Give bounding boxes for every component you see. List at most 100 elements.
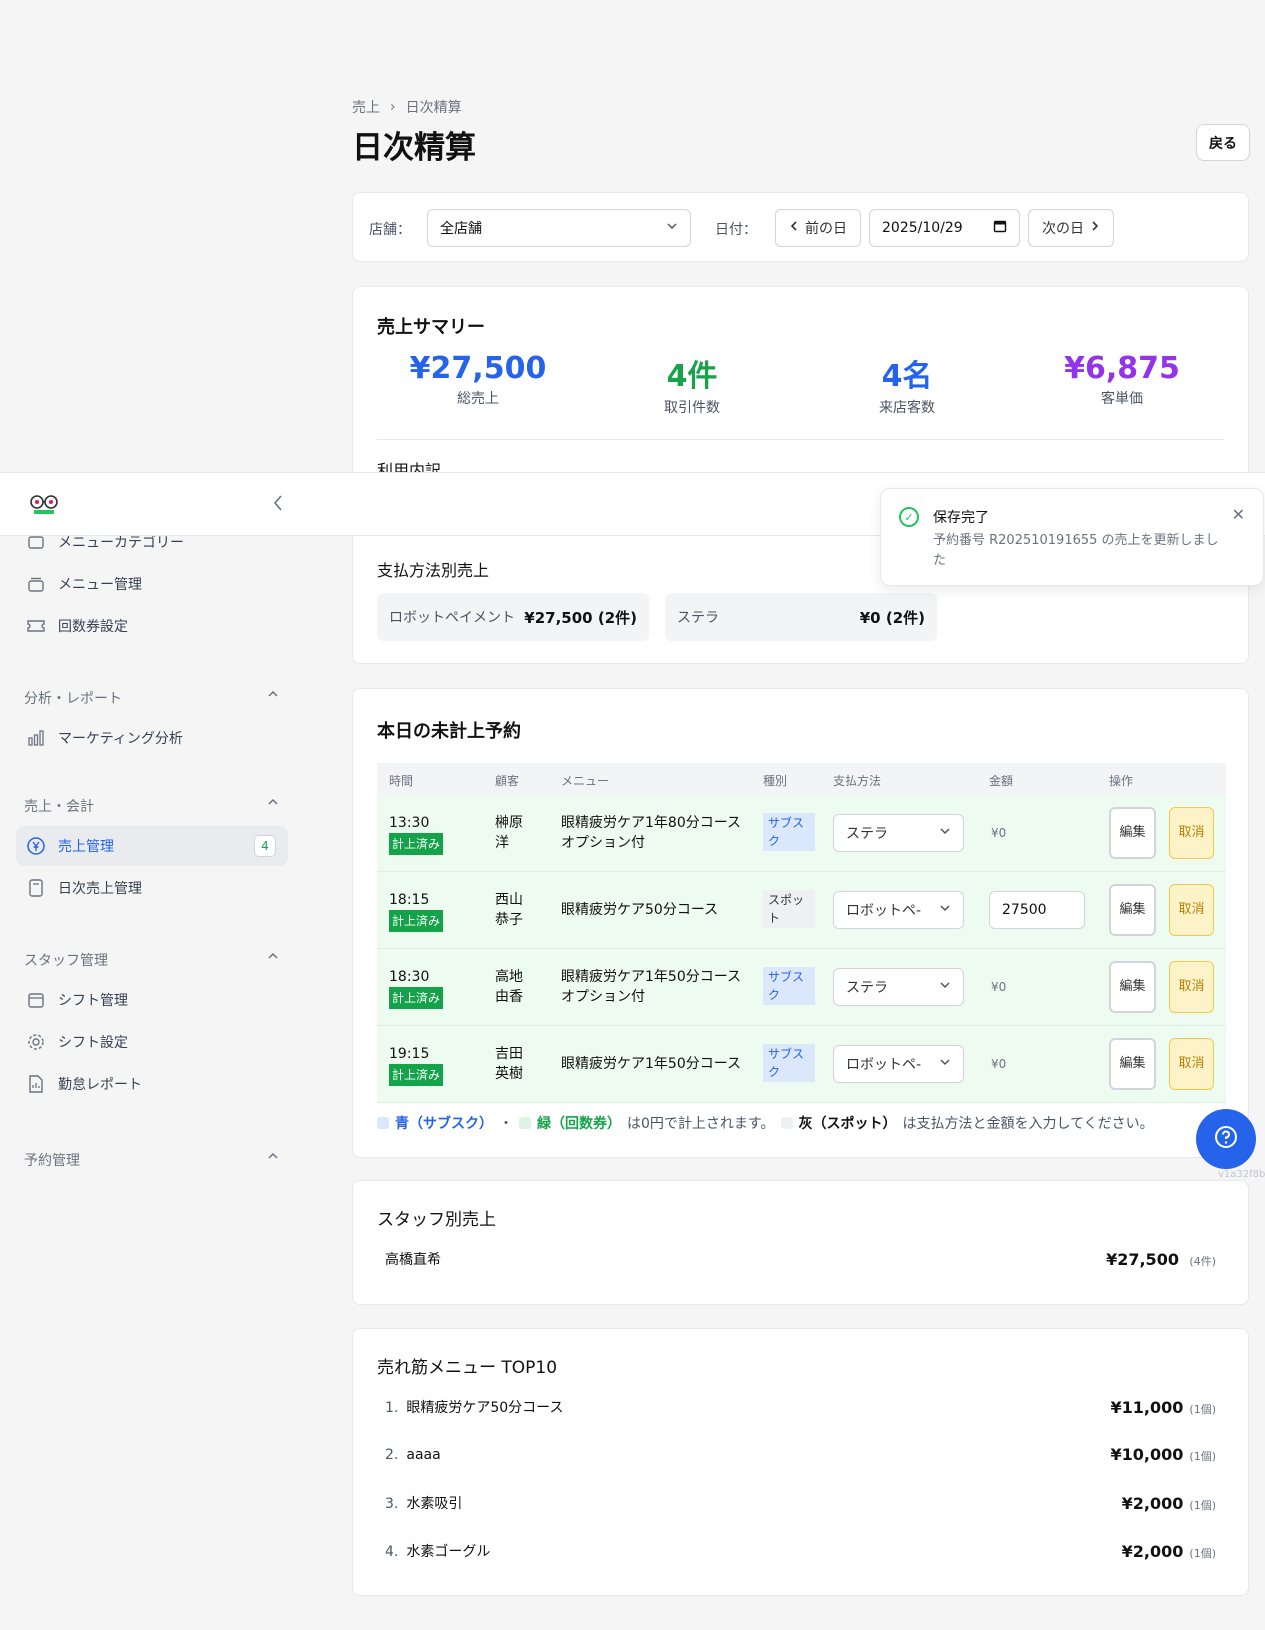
- staff-name: 高橋直希: [385, 1252, 441, 1268]
- row-type: サブスク: [763, 813, 815, 851]
- row-amount: ¥0: [991, 826, 1007, 840]
- payment-select[interactable]: ロボットペ-: [833, 1045, 964, 1083]
- payment-select[interactable]: ステラ: [833, 814, 964, 852]
- back-button[interactable]: 戻る: [1196, 124, 1250, 161]
- note-green: 緑（回数券）: [537, 1116, 621, 1132]
- sidebar-item-shift-management[interactable]: シフト管理: [16, 980, 288, 1020]
- staff-sales-card: スタッフ別売上 高橋直希 ¥27,500 (4件): [352, 1180, 1249, 1305]
- note-separator: ・: [499, 1116, 513, 1132]
- col-type: 種別: [763, 774, 788, 788]
- staff-value: ¥27,500: [1106, 1249, 1179, 1269]
- sidebar-item-label: シフト管理: [58, 993, 128, 1009]
- sidebar-item-label: メニュー管理: [58, 577, 142, 593]
- prev-day-label: 前の日: [805, 221, 847, 237]
- yen-circle-icon: [26, 836, 46, 856]
- chevron-right-icon: ›: [390, 99, 396, 115]
- cancel-button[interactable]: 取消: [1169, 884, 1214, 936]
- stat-value: ¥27,500: [409, 351, 547, 386]
- toast-notification: ✓ 保存完了 予約番号 R202510191655 の売上を更新しました ✕: [880, 488, 1264, 586]
- stat-value: 4名: [881, 359, 933, 394]
- store-select-value: 全店舗: [440, 221, 482, 237]
- sidebar-item-daily-sales[interactable]: 日次売上管理: [16, 868, 288, 908]
- stat-transactions: 4件 取引件数: [587, 351, 797, 417]
- breadcrumb: 売上 › 日次精算: [352, 97, 462, 117]
- rank-name: aaaa: [406, 1446, 441, 1463]
- payment-name: ロボットペイメント: [389, 610, 515, 626]
- next-day-button[interactable]: 次の日: [1028, 209, 1114, 247]
- sidebar-item-menu-management[interactable]: メニュー管理: [16, 564, 288, 604]
- note-gray: 灰（スポット）: [798, 1116, 897, 1132]
- sidebar-item-shift-settings[interactable]: シフト設定: [16, 1022, 288, 1062]
- pending-reservations-card: 本日の未計上予約 時間 顧客 メニュー 種別 支払方法 金額 操作 13:30 …: [352, 688, 1249, 1158]
- col-actions: 操作: [1109, 774, 1134, 788]
- sidebar-item-label: 回数券設定: [58, 619, 128, 635]
- sidebar-item-label: マーケティング分析: [58, 731, 183, 747]
- section-analysis[interactable]: 分析・レポート: [24, 688, 279, 708]
- store-select[interactable]: 全店舗: [427, 209, 691, 247]
- edit-button[interactable]: 編集: [1109, 1038, 1156, 1090]
- section-staff[interactable]: スタッフ管理: [24, 950, 279, 970]
- section-label: 予約管理: [24, 1153, 80, 1169]
- status-badge: 計上済み: [389, 1064, 444, 1086]
- calculator-icon: [26, 878, 46, 898]
- status-badge: 計上済み: [389, 910, 444, 932]
- section-sales[interactable]: 売上・会計: [24, 796, 279, 816]
- table-row: 18:30 計上済み 高地由香 眼精疲労ケア1年50分コースオプション付 サブス…: [377, 949, 1226, 1026]
- chevron-up-icon: [267, 950, 279, 970]
- sidebar-item-sales-management[interactable]: 売上管理 4: [16, 826, 288, 866]
- type-badge: サブスク: [763, 813, 815, 851]
- blue-dot: [377, 1117, 389, 1129]
- calendar-icon[interactable]: [993, 219, 1007, 237]
- sidebar-item-ticket-settings[interactable]: 回数券設定: [16, 606, 288, 646]
- date-input[interactable]: 2025/10/29: [869, 209, 1020, 247]
- chevron-down-icon: [939, 825, 951, 841]
- filter-card: 店舗： 全店舗 日付： 前の日 2025/10/29 次の日: [352, 192, 1249, 262]
- stat-label: 取引件数: [664, 400, 720, 416]
- prev-day-button[interactable]: 前の日: [775, 209, 861, 247]
- sidebar-item-label: 勤怠レポート: [58, 1077, 142, 1093]
- close-icon[interactable]: ✕: [1232, 505, 1245, 524]
- collapse-sidebar-icon[interactable]: [272, 493, 284, 518]
- edit-button[interactable]: 編集: [1109, 961, 1156, 1013]
- chevron-down-icon: [666, 220, 678, 236]
- chevron-down-icon: [939, 1056, 951, 1072]
- type-badge: サブスク: [763, 1044, 815, 1082]
- sidebar-item-marketing[interactable]: マーケティング分析: [16, 718, 288, 758]
- help-button[interactable]: [1196, 1109, 1256, 1169]
- table-row: 18:15 計上済み 西山恭子 眼精疲労ケア50分コース スポット ロボットペ-…: [377, 872, 1226, 949]
- page-title: 日次精算: [352, 130, 476, 166]
- stat-label: 来店客数: [879, 400, 935, 416]
- payment-select[interactable]: ロボットペ-: [833, 891, 964, 929]
- edit-button[interactable]: 編集: [1109, 807, 1156, 859]
- payment-card-robot: ロボットペイメント ¥27,500 (2件): [377, 593, 649, 641]
- amount-input[interactable]: 27500: [989, 891, 1085, 929]
- next-day-label: 次の日: [1042, 221, 1084, 237]
- payment-card-stella: ステラ ¥0 (2件): [665, 593, 937, 641]
- type-badge: スポット: [763, 890, 815, 928]
- cancel-button[interactable]: 取消: [1169, 1038, 1214, 1090]
- date-value: 2025/10/29: [882, 220, 963, 236]
- cancel-button[interactable]: 取消: [1169, 961, 1214, 1013]
- rank-name: 水素吸引: [406, 1496, 463, 1512]
- stat-value: 4件: [666, 359, 718, 394]
- stat-visitors: 4名 来店客数: [802, 351, 1012, 417]
- section-label: スタッフ管理: [24, 953, 108, 969]
- list-item: 1. 眼精疲労ケア50分コース ¥11,000 (1個): [385, 1397, 1216, 1417]
- row-amount: ¥0: [991, 980, 1007, 994]
- gear-icon: [26, 1032, 46, 1052]
- edit-button[interactable]: 編集: [1109, 884, 1156, 936]
- table-row: 19:15 計上済み 吉田英樹 眼精疲労ケア1年50分コース サブスク ロボット…: [377, 1026, 1226, 1103]
- rank-value: ¥10,000: [1110, 1445, 1184, 1464]
- breadcrumb-root[interactable]: 売上: [352, 97, 380, 117]
- time-cell: 18:30 計上済み: [389, 967, 485, 1009]
- rank-value: ¥2,000: [1121, 1493, 1184, 1513]
- app-logo[interactable]: [28, 493, 60, 515]
- sidebar-item-menu-categories[interactable]: メニューカテゴリー: [16, 536, 288, 562]
- rank-value: ¥11,000: [1110, 1397, 1184, 1417]
- legend-note: 青（サブスク） ・ 緑（回数券） は0円で計上されます。 灰（スポット） は支払…: [377, 1113, 1154, 1133]
- sidebar-item-attendance-report[interactable]: 勤怠レポート: [16, 1064, 288, 1104]
- section-reservation[interactable]: 予約管理: [24, 1150, 279, 1170]
- cancel-button[interactable]: 取消: [1169, 807, 1214, 859]
- folder-icon: [26, 536, 46, 552]
- payment-select[interactable]: ステラ: [833, 968, 964, 1006]
